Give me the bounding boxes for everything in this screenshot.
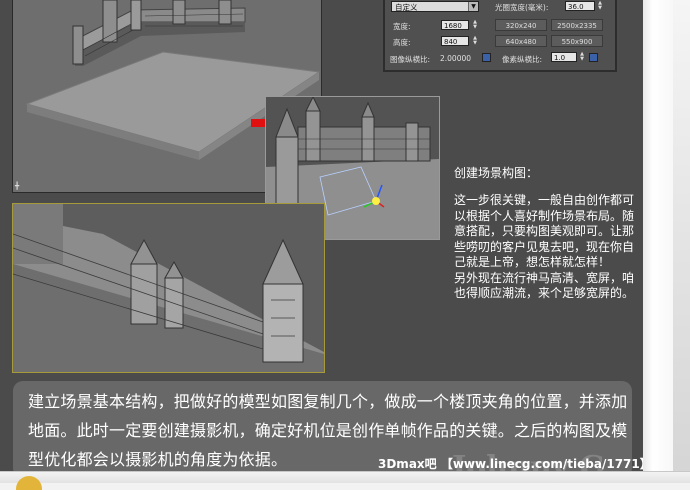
aperture-label: 光圈宽度(毫米): (495, 3, 549, 12)
preset-button-2[interactable]: 2500x2335 (551, 19, 603, 31)
aspect-lock-icon[interactable] (482, 53, 491, 62)
preset-dropdown[interactable]: 自定义 ▼ (391, 1, 479, 12)
image-aspect-label: 图像纵横比: (390, 55, 431, 64)
scene-cathedral-detail (13, 204, 324, 372)
render-settings-panel: 自定义 ▼ 光圈宽度(毫米): 36.0 ▲ ▼ 宽度: 1680 ▲ ▼ 高度: … (383, 0, 617, 72)
preset-button-3[interactable]: 640x480 (495, 35, 547, 47)
site-watermark: 3Dmax吧 【www.linecg.com/tieba/1771】 (378, 457, 652, 471)
width-spinner-icon[interactable]: ▲ ▼ (472, 20, 478, 30)
side-title: 创建场景构图： (454, 166, 539, 180)
scrollbar[interactable] (673, 0, 690, 482)
aperture-field[interactable]: 36.0 (565, 1, 595, 11)
height-spinner-icon[interactable]: ▲ ▼ (472, 36, 478, 46)
chevron-down-icon[interactable]: ▼ (468, 2, 478, 11)
aperture-spinner-icon[interactable]: ▲ ▼ (597, 1, 603, 11)
preset-value: 自定义 (395, 3, 418, 12)
width-label: 宽度: (393, 22, 411, 31)
side-paragraph-1: 这一步很关键，一般自由创作都可以根据个人喜好制作场景布局。随意搭配，只要构图美观… (454, 193, 635, 269)
pixel-aspect-field[interactable]: 1.0 (551, 52, 577, 62)
preset-button-1[interactable]: 320x240 (495, 19, 547, 31)
side-body: 这一步很关键，一般自由创作都可以根据个人喜好制作场景布局。随意搭配，只要构图美观… (454, 193, 642, 302)
image-aspect-value[interactable]: 2.00000 (440, 54, 471, 63)
height-field[interactable]: 840 (441, 36, 469, 46)
pixel-lock-icon[interactable] (589, 53, 598, 62)
page-right-margin (643, 0, 690, 482)
height-label: 高度: (393, 38, 411, 47)
tutorial-image: ╋ 自定义 ▼ 光圈宽度(毫米): 36.0 ▲ ▼ 宽度: 1680 ▲ ▼ 高度… (0, 0, 652, 485)
viewport-detail-render (12, 203, 325, 373)
preset-button-4[interactable]: 550x900 (551, 35, 603, 47)
width-field[interactable]: 1680 (441, 20, 469, 30)
side-paragraph-2: 另外现在流行神马高清、宽屏，咱也得顺应潮流，来个足够宽屏的。 (454, 270, 635, 301)
pixel-aspect-label: 像素纵横比: (502, 55, 543, 64)
viewport-axis-label: ╋ (15, 182, 20, 190)
page-bottom-bar (0, 471, 690, 483)
pixel-aspect-spinner-icon[interactable]: ▲ ▼ (579, 52, 585, 62)
